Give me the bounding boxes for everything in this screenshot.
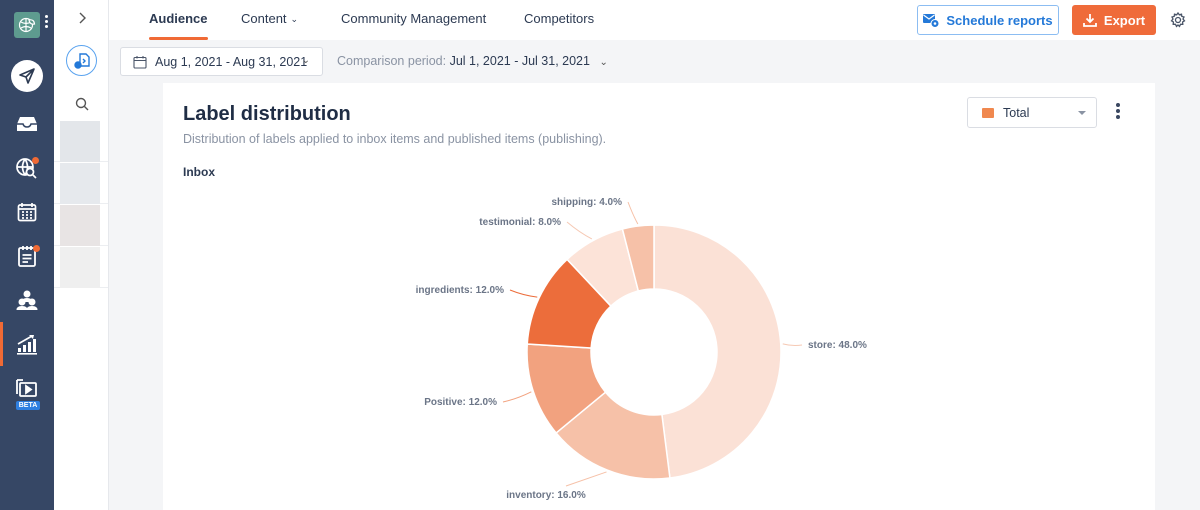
profile-list-item[interactable] <box>54 163 108 204</box>
profile-thumbnail <box>60 121 100 162</box>
label-distribution-card: Label distribution Distribution of label… <box>163 83 1155 510</box>
calendar-icon <box>133 55 147 69</box>
chevron-right-icon <box>79 12 86 24</box>
slice-label-inventory: inventory: 16.0% <box>506 490 586 501</box>
nav-analytics[interactable] <box>0 324 54 364</box>
profile-list-item[interactable] <box>54 247 108 288</box>
tab-audience[interactable]: Audience <box>149 0 208 40</box>
date-range-value: Aug 1, 2021 - Aug 31, 2021 <box>155 54 308 69</box>
tab-content[interactable]: Content ⌄ <box>241 0 298 40</box>
nav-tasks[interactable] <box>0 236 54 276</box>
slice-label-positive: Positive: 12.0% <box>424 397 497 408</box>
slice-label-testimonial: testimonial: 8.0% <box>479 217 561 228</box>
donut-chart: store: 48.0% inventory: 16.0% Positive: 12… <box>416 197 867 501</box>
left-nav: BETA <box>0 0 54 510</box>
profile-list-item[interactable] <box>54 205 108 246</box>
app-logo[interactable] <box>14 12 40 38</box>
label-connector-positive <box>502 391 532 403</box>
profile-settings-icon <box>73 52 90 69</box>
slice-label-store: store: 48.0% <box>808 340 867 351</box>
label-connector-ingredients <box>509 289 538 298</box>
donut-slice-store[interactable] <box>653 224 782 479</box>
expand-sidebar-button[interactable] <box>72 8 92 28</box>
chevron-down-icon: ⌄ <box>301 55 310 66</box>
slice-label-shipping: shipping: 4.0% <box>551 197 622 208</box>
label-connector-inventory <box>565 471 607 487</box>
export-button[interactable]: Export <box>1072 5 1156 35</box>
gear-icon <box>1170 12 1186 28</box>
video-library-icon <box>16 379 37 397</box>
profile-thumbnail <box>60 205 100 246</box>
settings-button[interactable] <box>1168 10 1188 30</box>
secondary-sidebar <box>54 0 109 510</box>
label-connector-shipping <box>627 201 639 225</box>
nav-calendar[interactable] <box>0 192 54 232</box>
download-icon <box>1083 14 1097 27</box>
people-icon <box>16 290 38 310</box>
calendar-icon <box>17 203 37 222</box>
schedule-reports-button[interactable]: Schedule reports <box>917 5 1059 35</box>
top-bar: Audience Content ⌄ Community Management C… <box>109 0 1200 40</box>
paper-plane-icon <box>19 68 35 84</box>
chevron-down-icon: ⌄ <box>599 57 608 68</box>
tab-community-management[interactable]: Community Management <box>341 0 486 40</box>
profile-thumbnail <box>60 247 100 288</box>
notification-dot <box>32 157 39 164</box>
leaf-globe-icon <box>18 17 36 33</box>
beta-badge: BETA <box>16 401 40 410</box>
comparison-range-value: Jul 1, 2021 - Jul 31, 2021 <box>449 54 590 68</box>
app-menu-dots-icon[interactable] <box>45 15 48 35</box>
nav-inbox[interactable] <box>0 104 54 144</box>
chevron-down-icon: ⌄ <box>290 14 299 24</box>
add-profile-button[interactable] <box>66 45 97 76</box>
comparison-label: Comparison period: <box>337 54 447 68</box>
label-connector-testimonial <box>566 221 593 240</box>
inbox-tray-icon <box>17 117 37 131</box>
analytics-chart-icon <box>17 335 37 355</box>
tab-competitors[interactable]: Competitors <box>524 0 594 40</box>
profile-thumbnail <box>60 163 100 204</box>
profile-list-item[interactable] <box>54 121 108 162</box>
nav-listening[interactable] <box>0 148 54 188</box>
search-button[interactable] <box>72 94 92 114</box>
nav-people[interactable] <box>0 280 54 320</box>
nav-compose[interactable] <box>0 56 54 96</box>
envelope-gear-icon <box>923 13 940 28</box>
slice-label-ingredients: ingredients: 12.0% <box>416 285 504 296</box>
search-icon <box>75 97 89 111</box>
notification-dot <box>33 245 40 252</box>
comparison-period-selector[interactable]: Comparison period: Jul 1, 2021 - Jul 31,… <box>337 54 608 68</box>
label-connector-store <box>782 343 803 347</box>
date-range-picker[interactable]: Aug 1, 2021 - Aug 31, 2021 ⌄ <box>120 47 323 76</box>
